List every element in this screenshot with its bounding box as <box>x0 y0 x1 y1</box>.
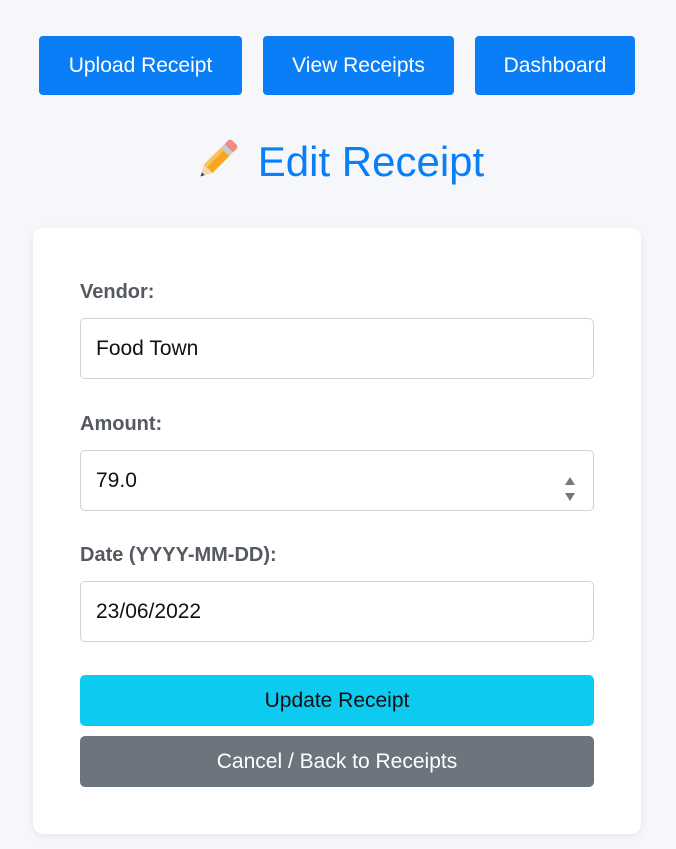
pencil-icon <box>192 137 240 185</box>
vendor-input[interactable]: Food Town <box>80 318 594 379</box>
cancel-back-button[interactable]: Cancel / Back to Receipts <box>80 736 594 787</box>
date-value: 23/06/2022 <box>96 600 202 623</box>
amount-value: 79.0 <box>96 469 137 492</box>
date-label: Date (YYYY-MM-DD): <box>80 544 277 566</box>
edit-receipt-form: Vendor: Food Town Amount: 79.0 Date (YYY… <box>33 228 641 834</box>
amount-input[interactable]: 79.0 <box>80 450 594 511</box>
number-stepper-icon[interactable] <box>563 467 577 501</box>
page-title: Edit Receipt <box>257 138 485 185</box>
upload-receipt-button[interactable]: Upload Receipt <box>39 36 242 95</box>
top-nav: Upload Receipt View Receipts Dashboard <box>0 36 676 95</box>
date-input[interactable]: 23/06/2022 <box>80 581 594 642</box>
amount-label: Amount: <box>80 413 163 435</box>
vendor-label: Vendor: <box>80 281 155 303</box>
update-receipt-button[interactable]: Update Receipt <box>80 675 594 726</box>
page-heading: Edit Receipt <box>0 134 676 190</box>
vendor-value: Food Town <box>96 337 199 360</box>
dashboard-button[interactable]: Dashboard <box>475 36 635 95</box>
view-receipts-button[interactable]: View Receipts <box>263 36 454 95</box>
